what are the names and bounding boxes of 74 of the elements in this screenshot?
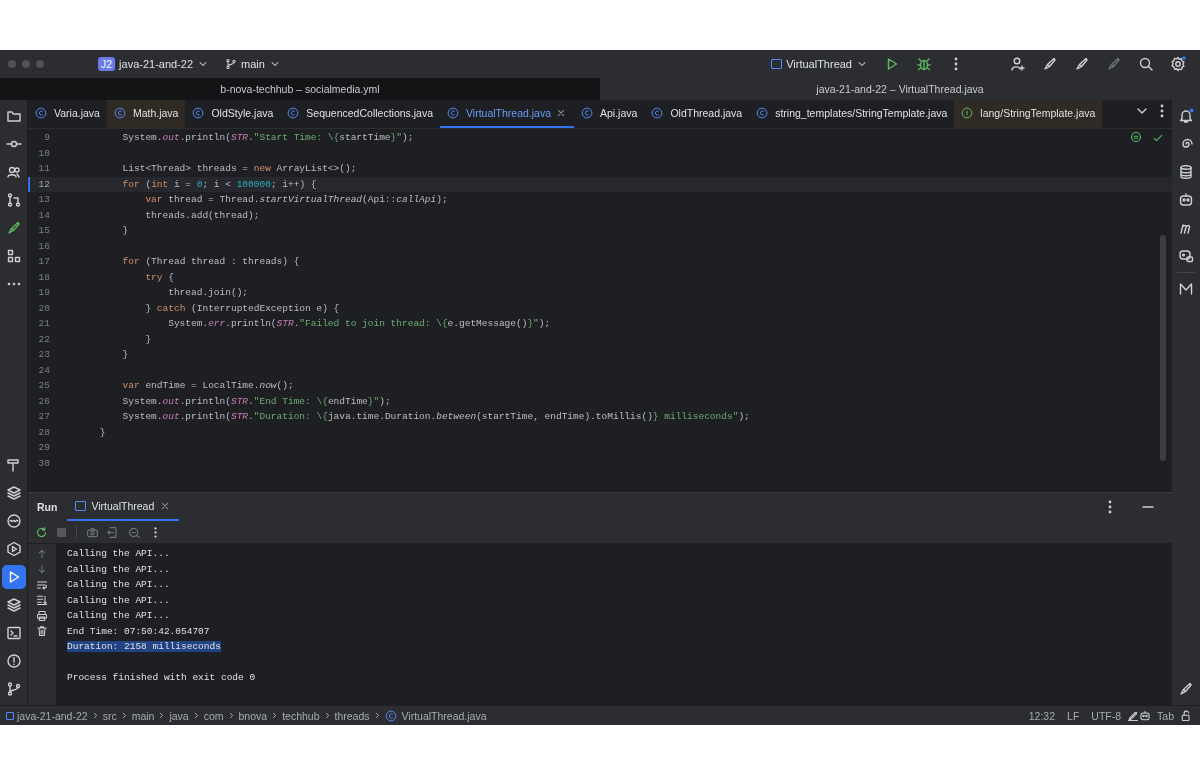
run-configuration-selector[interactable]: VirtualThread xyxy=(765,56,874,72)
line-number: 16 xyxy=(37,240,51,252)
code-line: threads.add(thread); xyxy=(144,209,260,221)
console-line: Calling the API... xyxy=(67,610,170,622)
console-line: Process finished with exit code 0 xyxy=(67,672,256,684)
line-number: 30 xyxy=(37,457,51,469)
breadcrumb-item[interactable]: bnova xyxy=(238,709,268,722)
window-title[interactable]: java-21-and-22 – VirtualThread.java xyxy=(600,78,1200,100)
editor-tab[interactable]: Varia.java xyxy=(28,100,107,128)
code-line: } xyxy=(121,349,129,361)
console-line: Calling the API... xyxy=(67,579,170,591)
code-line: try { xyxy=(144,271,174,283)
line-number: 9 xyxy=(43,132,51,144)
console-line: Calling the API... xyxy=(67,548,170,560)
status-item[interactable]: 12:32 xyxy=(1028,709,1056,722)
editor-tab[interactable]: OldThread.java xyxy=(644,100,750,128)
line-number: 24 xyxy=(37,364,51,376)
code-line: for (Thread thread : threads) { xyxy=(121,256,300,268)
line-number: 17 xyxy=(37,256,51,268)
breadcrumb-item[interactable]: threads xyxy=(334,709,370,722)
line-number: 18 xyxy=(37,271,51,283)
line-number: 10 xyxy=(37,147,51,159)
console-line: Calling the API... xyxy=(67,594,170,606)
breadcrumb-item[interactable]: techhub xyxy=(282,709,320,722)
editor-tab[interactable]: string_templates/StringTemplate.java xyxy=(749,100,955,128)
window-title[interactable]: b-nova-techhub – socialmedia.yml xyxy=(0,78,600,100)
line-number: 20 xyxy=(37,302,51,314)
code-line: System.out.println(STR."End Time: \{endTime}"); xyxy=(121,395,391,407)
status-item[interactable]: UTF-8 xyxy=(1091,709,1122,722)
console-line: Calling the API... xyxy=(67,563,170,575)
line-number: 26 xyxy=(37,395,51,407)
editor-tab[interactable]: OldStyle.java xyxy=(185,100,281,128)
code-line: var thread = Thread.startVirtualThread(Api::callApi); xyxy=(144,194,448,206)
line-number: 27 xyxy=(37,411,51,423)
line-number: 11 xyxy=(37,163,51,175)
code-line: } xyxy=(121,225,129,237)
breadcrumb-item[interactable]: java-21-and-22 xyxy=(6,709,88,722)
breadcrumb-item[interactable]: main xyxy=(131,709,155,722)
code-line: } xyxy=(98,426,106,438)
code-line: System.out.println(STR."Duration: \{java.time.Duration.between(startTime, endTime).toMillis()} milliseconds"); xyxy=(121,411,750,423)
line-number: 29 xyxy=(37,442,51,454)
editor-tab[interactable]: Api.java xyxy=(574,100,645,128)
run-tab[interactable]: VirtualThread xyxy=(67,493,180,521)
status-item[interactable]: Tab xyxy=(1157,709,1174,722)
line-number: 14 xyxy=(37,209,51,221)
line-number: 22 xyxy=(37,333,51,345)
breadcrumb-item[interactable]: com xyxy=(203,709,224,722)
breadcrumb-item[interactable]: src xyxy=(102,709,117,722)
line-number: 28 xyxy=(37,426,51,438)
line-number: 12 xyxy=(37,178,51,190)
code-line: System.out.println(STR."Start Time: \{startTime}"); xyxy=(121,132,414,144)
code-line: thread.join(); xyxy=(167,287,249,299)
code-line: System.err.println(STR."Failed to join thread: \{e.getMessage()}"); xyxy=(167,318,551,330)
line-number: 19 xyxy=(37,287,51,299)
branch-selector[interactable]: main xyxy=(219,56,287,72)
line-number: 15 xyxy=(37,225,51,237)
code-line: var endTime = LocalTime.now(); xyxy=(121,380,294,392)
breadcrumb-item[interactable]: java xyxy=(169,709,189,722)
console-line: End Time: 07:50:42.054707 xyxy=(67,625,210,637)
code-line: } xyxy=(144,333,152,345)
code-line: List<Thread> threads = new ArrayList<>(); xyxy=(121,163,357,175)
line-number: 23 xyxy=(37,349,51,361)
panel-title: Run xyxy=(37,501,58,513)
editor-tab[interactable]: lang/StringTemplate.java xyxy=(954,100,1103,128)
line-number: 25 xyxy=(37,380,51,392)
editor-tab[interactable]: Math.java xyxy=(106,100,186,128)
code-line: } catch (InterruptedException e) { xyxy=(144,302,340,314)
status-item[interactable]: LF xyxy=(1067,709,1080,722)
editor-tab[interactable]: SequencedCollections.java xyxy=(280,100,440,128)
breadcrumb-item[interactable]: VirtualThread.java xyxy=(384,709,487,722)
code-line: for (int i = 0; i < 100000; i++) { xyxy=(121,178,317,190)
line-number: 21 xyxy=(37,318,51,330)
project-selector[interactable]: J2 java-21-and-22 xyxy=(92,55,216,73)
line-number: 13 xyxy=(37,194,51,206)
